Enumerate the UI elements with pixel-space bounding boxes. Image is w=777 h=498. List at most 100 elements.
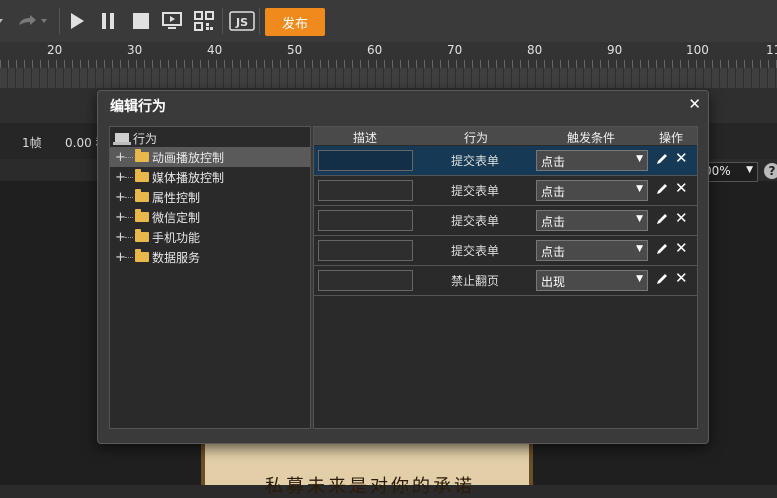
folder-icon	[135, 189, 149, 202]
computer-icon	[113, 132, 131, 145]
toolbar-separator	[59, 8, 60, 34]
pencil-icon[interactable]	[655, 272, 669, 286]
column-header-description: 描述	[353, 131, 378, 145]
tree-item-media[interactable]: + 媒体播放控制	[110, 167, 310, 187]
ruler-number: 70	[447, 43, 463, 57]
delete-icon[interactable]: ✕	[675, 239, 688, 257]
tree-item-properties[interactable]: + 属性控制	[110, 187, 310, 207]
tree-item-data[interactable]: + 数据服务	[110, 247, 310, 267]
ruler-number: 60	[367, 43, 383, 57]
description-input[interactable]	[318, 180, 413, 201]
toolbar-separator	[222, 8, 223, 34]
pencil-icon[interactable]	[655, 212, 669, 226]
ruler-numbers: 20 30 40 50 60 70 80 90 100 11	[0, 42, 777, 60]
table-row[interactable]: 提交表单 点击 ▼ ✕	[314, 206, 697, 236]
chevron-down-icon: ▼	[636, 214, 643, 224]
tree-item-animation[interactable]: + 动画播放控制	[110, 147, 310, 167]
stop-icon[interactable]	[130, 10, 152, 32]
expand-icon[interactable]: +	[115, 170, 126, 185]
expand-icon[interactable]: +	[115, 210, 126, 225]
expand-icon[interactable]: +	[115, 190, 126, 205]
close-icon[interactable]: ✕	[688, 95, 701, 113]
folder-icon	[135, 249, 149, 262]
frame-label: 1帧	[22, 136, 42, 150]
ruler-number: 30	[127, 43, 143, 57]
trigger-select[interactable]: 点击 ▼	[536, 180, 648, 201]
ruler-ticks	[0, 60, 777, 68]
ruler-number: 100	[686, 43, 709, 57]
pause-icon[interactable]	[97, 10, 119, 32]
trigger-select[interactable]: 点击 ▼	[536, 210, 648, 231]
folder-icon	[135, 149, 149, 162]
undo-icon[interactable]	[0, 10, 8, 32]
chevron-down-icon: ▼	[636, 184, 643, 194]
action-cell: 提交表单	[451, 184, 500, 198]
expand-icon[interactable]: +	[115, 250, 126, 265]
action-cell: 禁止翻页	[451, 274, 500, 288]
trigger-value: 点击	[541, 185, 566, 199]
pencil-icon[interactable]	[655, 242, 669, 256]
tree-item-label: 微信定制	[152, 210, 201, 225]
publish-button[interactable]: 发布	[265, 8, 325, 36]
delete-icon[interactable]: ✕	[675, 209, 688, 227]
trigger-value: 点击	[541, 155, 566, 169]
column-header-operations: 操作	[659, 131, 684, 145]
timeline-ruler[interactable]: 20 30 40 50 60 70 80 90 100 11	[0, 42, 777, 88]
description-input[interactable]	[318, 150, 413, 171]
table-row[interactable]: 提交表单 点击 ▼ ✕	[314, 146, 697, 176]
chevron-down-icon: ▼	[636, 274, 643, 284]
expand-icon[interactable]: +	[115, 230, 126, 245]
toolbar: JS 发布	[0, 0, 777, 43]
tree-root[interactable]: 行为	[113, 130, 157, 147]
ruler-number: 90	[607, 43, 623, 57]
pencil-icon[interactable]	[655, 152, 669, 166]
trigger-select[interactable]: 点击 ▼	[536, 240, 648, 261]
action-cell: 提交表单	[451, 214, 500, 228]
chevron-down-icon: ▼	[636, 154, 643, 164]
trigger-value: 点击	[541, 215, 566, 229]
description-input[interactable]	[318, 270, 413, 291]
trigger-value: 点击	[541, 245, 566, 259]
pencil-icon[interactable]	[655, 182, 669, 196]
behavior-tree: 行为 + 动画播放控制 + 媒体播放控制 + 属性控制 + 微信定制 + 手机功…	[109, 126, 311, 429]
help-icon[interactable]: ?	[764, 163, 777, 179]
preview-icon[interactable]	[161, 10, 183, 32]
table-row[interactable]: 禁止翻页 出现 ▼ ✕	[314, 266, 697, 296]
tree-root-label: 行为	[133, 132, 158, 146]
table-row[interactable]: 提交表单 点击 ▼ ✕	[314, 236, 697, 266]
tree-item-label: 属性控制	[152, 190, 201, 205]
stage-page-preview[interactable]: 私募未来是对你的承诺	[201, 438, 533, 497]
description-input[interactable]	[318, 210, 413, 231]
qrcode-icon[interactable]	[193, 10, 215, 32]
table-row[interactable]: 提交表单 点击 ▼ ✕	[314, 176, 697, 206]
tree-item-label: 动画播放控制	[152, 150, 225, 165]
delete-icon[interactable]: ✕	[675, 269, 688, 287]
chevron-down-icon: ▼	[636, 244, 643, 254]
js-icon[interactable]: JS	[229, 10, 255, 32]
tree-item-wechat[interactable]: + 微信定制	[110, 207, 310, 227]
trigger-value: 出现	[541, 275, 566, 289]
trigger-select[interactable]: 出现 ▼	[536, 270, 648, 291]
behavior-table: 描述 行为 触发条件 操作 提交表单 点击 ▼ ✕ 提交表单 点击 ▼ ✕ 提交表单…	[313, 126, 698, 429]
play-icon[interactable]	[66, 10, 88, 32]
dialog-title: 编辑行为	[110, 99, 166, 115]
edit-behavior-dialog: 编辑行为 ✕ 行为 + 动画播放控制 + 媒体播放控制 + 属性控制 + 微信定…	[97, 90, 709, 444]
delete-icon[interactable]: ✕	[675, 179, 688, 197]
timeline-frames[interactable]	[0, 68, 777, 88]
expand-icon[interactable]: +	[115, 150, 126, 165]
delete-icon[interactable]: ✕	[675, 149, 688, 167]
folder-icon	[135, 169, 149, 182]
trigger-select[interactable]: 点击 ▼	[536, 150, 648, 171]
tree-item-label: 媒体播放控制	[152, 170, 225, 185]
ruler-number: 20	[47, 43, 63, 57]
redo-icon[interactable]	[14, 10, 48, 32]
ruler-number: 50	[287, 43, 303, 57]
ruler-number: 11	[766, 43, 777, 57]
chevron-down-icon: ▼	[746, 165, 753, 175]
ruler-number: 80	[527, 43, 543, 57]
folder-icon	[135, 229, 149, 242]
toolbar-separator	[259, 8, 260, 34]
tree-item-label: 数据服务	[152, 250, 201, 265]
tree-item-mobile[interactable]: + 手机功能	[110, 227, 310, 247]
description-input[interactable]	[318, 240, 413, 261]
